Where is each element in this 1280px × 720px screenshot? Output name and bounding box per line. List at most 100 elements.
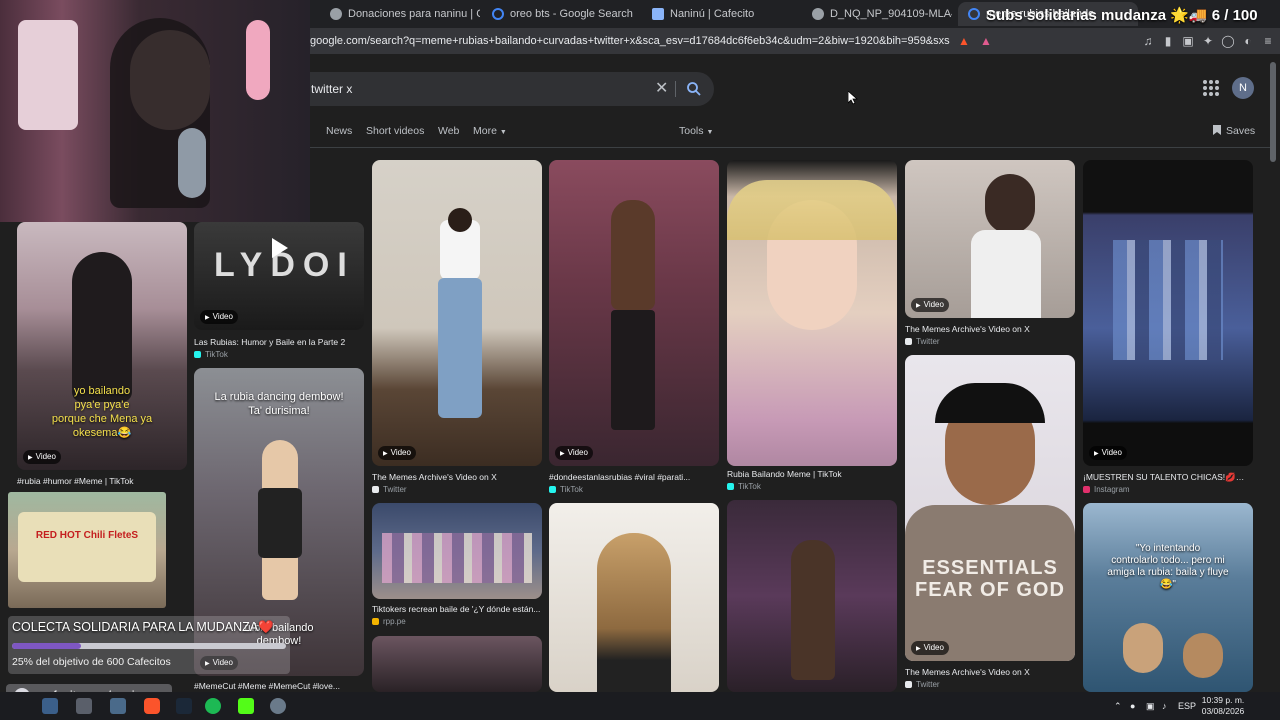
result-source: Twitter bbox=[905, 337, 940, 346]
google-apps-icon[interactable] bbox=[1203, 80, 1219, 96]
donation-progress-fill bbox=[12, 643, 81, 649]
wallet-icon[interactable]: ▣ bbox=[1180, 33, 1196, 49]
microphone-tray-icon[interactable]: ● bbox=[1130, 692, 1135, 720]
tab-cafecito[interactable]: Naninú | Cafecito bbox=[642, 2, 802, 26]
file-explorer-icon[interactable] bbox=[42, 698, 58, 714]
donation-title: COLECTA SOLIDARIA PARA LA MUDANZA❤️ bbox=[12, 620, 274, 634]
vpn-icon[interactable]: ◯ bbox=[1220, 33, 1236, 49]
tab-more[interactable]: More ▼ bbox=[473, 122, 507, 142]
webcam-decoration bbox=[246, 20, 270, 100]
figure-pants bbox=[611, 310, 655, 430]
crowd bbox=[382, 533, 532, 583]
result-title[interactable]: The Memes Archive's Video on X bbox=[372, 472, 542, 482]
result-source: Twitter bbox=[905, 680, 940, 689]
globe-icon bbox=[812, 8, 824, 20]
search-divider bbox=[675, 81, 676, 97]
chevron-up-icon[interactable]: ⌃ bbox=[1114, 692, 1122, 720]
source-label: rpp.pe bbox=[383, 617, 406, 626]
terminal-icon[interactable] bbox=[76, 698, 92, 714]
extension-icon[interactable]: ✦ bbox=[1200, 33, 1216, 49]
result-title[interactable]: #MemeCut #Meme #MemeCut #love... bbox=[194, 681, 364, 691]
video-badge: Video bbox=[911, 641, 949, 655]
result-image-10[interactable] bbox=[727, 500, 897, 692]
source-label: Instagram bbox=[1094, 485, 1130, 494]
result-title[interactable]: The Memes Archive's Video on X bbox=[905, 324, 1075, 334]
brave-rewards-icon[interactable]: ▲ bbox=[978, 33, 994, 49]
tools-button[interactable]: Tools ▼ bbox=[679, 122, 713, 142]
result-image-1[interactable]: yo bailando pya'e pya'e porque che Mena … bbox=[17, 222, 187, 470]
sidebar-icon[interactable]: ▮ bbox=[1160, 33, 1176, 49]
search-box[interactable]: twitter x ✕ bbox=[290, 72, 714, 106]
tab-web[interactable]: Web bbox=[438, 122, 459, 140]
saves-label: Saves bbox=[1226, 125, 1256, 137]
music-icon[interactable]: ♫ bbox=[1140, 33, 1156, 49]
truck-text: RED HOT Chili FleteS bbox=[35, 530, 139, 541]
search-icon[interactable] bbox=[686, 81, 702, 97]
result-title[interactable]: Rubia Bailando Meme | TikTok bbox=[727, 469, 897, 479]
result-image-6[interactable] bbox=[372, 636, 542, 692]
tab-image[interactable]: D_NQ_NP_904109-MLA492926030 bbox=[802, 2, 952, 26]
result-title[interactable]: Las Rubias: Humor y Baile en la Parte 2 bbox=[194, 337, 364, 347]
result-image-4[interactable]: Video bbox=[372, 160, 542, 466]
result-image-5[interactable] bbox=[372, 503, 542, 599]
tab-donaciones[interactable]: Donaciones para naninu | Ceneka bbox=[320, 2, 480, 26]
result-image-9[interactable] bbox=[727, 160, 897, 466]
taskbar-clock[interactable]: 10:39 p. m. 03/08/2026 bbox=[1196, 695, 1250, 717]
result-image-2[interactable]: LYDOI Video bbox=[194, 222, 364, 330]
taskbar: ⌃ ● ▣ ♪ ESP 10:39 p. m. 03/08/2026 bbox=[0, 692, 1280, 720]
brave-browser-icon[interactable] bbox=[144, 698, 160, 714]
steam-icon[interactable] bbox=[176, 698, 192, 714]
clock-date: 03/08/2026 bbox=[1201, 706, 1245, 716]
result-title[interactable]: #dondeestanlasrubias #viral #parati... bbox=[549, 472, 719, 482]
result-title[interactable]: #rubia #humor #Meme | TikTok bbox=[17, 476, 187, 486]
app-icon[interactable] bbox=[110, 698, 126, 714]
result-image-11[interactable]: Video bbox=[905, 160, 1075, 318]
video-badge: Video bbox=[911, 298, 949, 312]
menu-icon[interactable]: ≡ bbox=[1260, 33, 1276, 49]
figure-top bbox=[971, 230, 1041, 318]
video-badge: Video bbox=[200, 310, 238, 324]
video-badge: Video bbox=[378, 446, 416, 460]
saves-button[interactable]: Saves bbox=[1213, 122, 1255, 140]
tab-oreo-search[interactable]: oreo bts - Google Search bbox=[482, 2, 642, 26]
figure bbox=[791, 540, 835, 680]
page-icon bbox=[652, 8, 664, 20]
result-title[interactable]: ¡MUESTREN SU TALENTO CHICAS!💋💅 ... bbox=[1083, 472, 1253, 483]
result-image-13[interactable]: Video bbox=[1083, 160, 1253, 466]
globe-icon bbox=[330, 8, 342, 20]
result-title[interactable]: The Memes Archive's Video on X bbox=[905, 667, 1075, 677]
cat-left bbox=[1123, 623, 1163, 673]
result-image-14[interactable]: "Yo intentando controlarlo todo... pero … bbox=[1083, 503, 1253, 692]
obs-icon[interactable] bbox=[270, 698, 286, 714]
close-icon[interactable]: ✕ bbox=[655, 72, 668, 106]
search-input[interactable]: twitter x bbox=[311, 72, 352, 106]
spotify-icon[interactable] bbox=[205, 698, 221, 714]
result-image-7[interactable]: Video bbox=[549, 160, 719, 466]
result-image-8[interactable] bbox=[549, 503, 719, 692]
leo-icon[interactable]: ◐ bbox=[1240, 33, 1256, 49]
tiktok-icon bbox=[549, 486, 556, 493]
volume-icon[interactable]: ♪ bbox=[1162, 692, 1167, 720]
page-scrollbar[interactable] bbox=[1270, 62, 1276, 162]
play-icon[interactable] bbox=[272, 238, 288, 258]
avatar[interactable]: N bbox=[1232, 77, 1254, 99]
url-field[interactable]: google.com/search?q=meme+rubias+bailando… bbox=[310, 32, 950, 50]
cat-right bbox=[1183, 633, 1223, 678]
webcam-lamp bbox=[18, 20, 78, 130]
result-image-12[interactable]: ESSENTIALS FEAR OF GOD Video bbox=[905, 355, 1075, 661]
language-indicator[interactable]: ESP bbox=[1178, 692, 1196, 720]
figure-head bbox=[985, 174, 1035, 234]
tab-short-videos[interactable]: Short videos bbox=[366, 122, 424, 140]
clock-time: 10:39 p. m. bbox=[1201, 695, 1245, 705]
result-source: TikTok bbox=[194, 350, 228, 359]
google-icon bbox=[968, 8, 980, 20]
result-title[interactable]: Tiktokers recrean baile de '¿Y dónde est… bbox=[372, 604, 542, 614]
network-icon[interactable]: ▣ bbox=[1146, 692, 1155, 720]
tab-news[interactable]: News bbox=[326, 122, 352, 140]
hair bbox=[935, 383, 1045, 423]
brave-shield-icon[interactable]: ▲ bbox=[956, 33, 972, 49]
kick-icon[interactable] bbox=[238, 698, 254, 714]
figure-head bbox=[448, 208, 472, 232]
result-source: TikTok bbox=[549, 485, 583, 494]
figure-hair bbox=[597, 533, 671, 692]
